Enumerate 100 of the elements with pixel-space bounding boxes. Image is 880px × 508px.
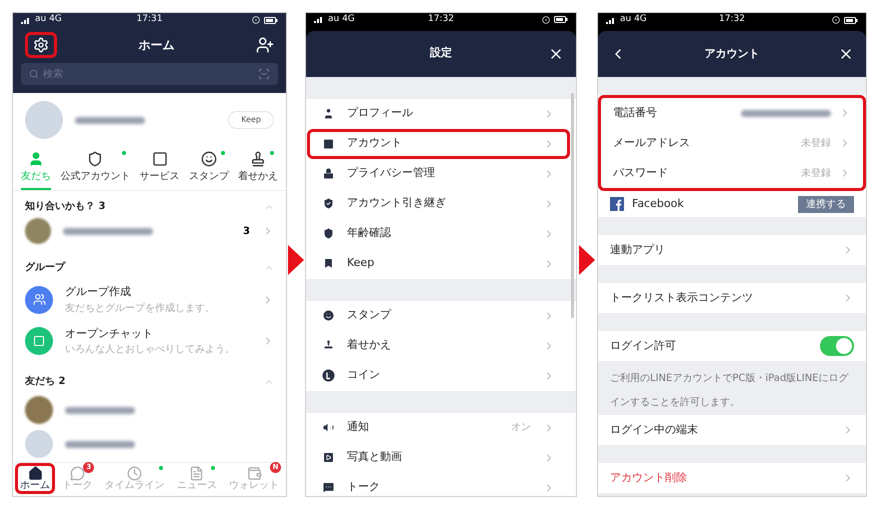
coin-icon (322, 369, 335, 382)
row-label: 着せかえ (347, 337, 392, 354)
talk-icon (70, 466, 85, 481)
settings-row[interactable]: 年齢確認 (307, 218, 570, 248)
signal-icon (21, 16, 31, 24)
settings-row[interactable]: スタンプ (307, 300, 570, 330)
row-label: Facebook (632, 196, 685, 212)
row-label: コイン (347, 367, 381, 384)
settings-row[interactable]: 電話番号 (601, 98, 863, 128)
row-value: オン (511, 421, 531, 435)
settings-icon (33, 37, 49, 53)
blurred-text (75, 116, 145, 124)
facebook-icon (610, 197, 624, 211)
list-item[interactable]: グループ作成 友だちとグループを作成します。 (13, 279, 286, 320)
toggle-switch[interactable] (820, 336, 854, 356)
settings-row[interactable]: プロフィール (307, 98, 570, 128)
tab-bar-item[interactable]: ホーム (15, 463, 55, 494)
transfer-icon (322, 197, 335, 210)
rotation-lock-icon (542, 16, 550, 24)
row-label: プライバシー管理 (347, 165, 436, 182)
screen-title: ホーム (138, 37, 174, 54)
rotation-lock-icon (252, 16, 260, 24)
theme-icon (250, 151, 266, 167)
keep-button[interactable]: Keep (228, 111, 274, 129)
service-tab[interactable]: 公式アカウント (60, 151, 130, 190)
settings-row[interactable]: トークリスト表示コンテンツ (598, 283, 866, 313)
settings-row[interactable]: メールアドレス 未登録 (601, 128, 863, 158)
row-label: アカウント引き継ぎ (347, 195, 447, 212)
service-tab[interactable]: スタンプ (188, 151, 229, 190)
row-value: 未登録 (801, 166, 831, 180)
screen-title: 設定 (430, 45, 452, 62)
settings-button[interactable] (25, 32, 57, 58)
section-title: 友だち 2 (25, 374, 66, 389)
row-label: 写真と動画 (347, 449, 403, 466)
wallet-icon (246, 466, 262, 481)
settings-row[interactable]: コイン (307, 360, 570, 390)
service-icon (152, 151, 168, 167)
row-label: Keep (347, 255, 376, 272)
settings-row[interactable]: 通知 オン (307, 412, 570, 442)
settings-row[interactable]: プライバシー管理 (307, 158, 570, 188)
item-title: グループ作成 (65, 284, 132, 300)
row-label: ログイン許可 (610, 338, 677, 354)
add-friend-icon[interactable] (256, 36, 274, 54)
battery-icon (554, 16, 568, 24)
home-icon (28, 466, 42, 481)
age-icon (322, 227, 335, 240)
settings-row[interactable]: アカウント引き継ぎ (307, 188, 570, 218)
row-label: 年齢確認 (347, 225, 392, 242)
item-title: オープンチャット (65, 326, 154, 342)
section-title: 知り合いかも？ 3 (25, 200, 106, 214)
signal-icon (314, 16, 324, 24)
timeline-icon (127, 466, 142, 481)
media-icon (322, 451, 335, 464)
note-text: ご利用のLINEアカウントでPC版・iPad版LINEにログインすることを許可します。 (610, 373, 848, 408)
settings-row[interactable]: 着せかえ (307, 330, 570, 360)
carrier-label: au 4G (328, 13, 355, 26)
service-tab[interactable]: サービス (140, 151, 180, 190)
sticker-icon (322, 309, 335, 322)
settings-row[interactable]: Facebook 連携する (598, 191, 866, 217)
row-label: スタンプ (347, 307, 392, 324)
row-label: メールアドレス (613, 134, 691, 151)
sticker-icon (200, 151, 217, 167)
search-field[interactable]: 検索 (21, 63, 278, 85)
chat-icon (25, 327, 53, 356)
row-label: トークリスト表示コンテンツ (610, 290, 754, 306)
status-time: 17:32 (719, 13, 745, 26)
settings-row[interactable]: 写真と動画 (307, 442, 570, 472)
row-label: 連動アプリ (610, 242, 666, 258)
settings-row[interactable]: パスワード 未登録 (601, 158, 863, 188)
official-icon (87, 151, 104, 167)
blurred-text (65, 406, 135, 414)
service-tab[interactable]: 着せかえ (238, 151, 278, 190)
photo-placeholder (25, 218, 51, 244)
link-button[interactable]: 連携する (798, 196, 854, 212)
suggestion-count: 3 (243, 224, 250, 238)
row-label: アカウント (347, 135, 403, 152)
settings-row[interactable]: アカウント (307, 128, 570, 158)
list-item[interactable]: オープンチャット いろんな人とおしゃべりしてみよう。 (13, 320, 286, 362)
arrow-icon (288, 245, 304, 275)
status-time: 17:31 (136, 13, 162, 26)
section-title: グループ (25, 260, 65, 275)
row-value: 未登録 (801, 136, 831, 150)
settings-row[interactable]: ログイン中の端末 (598, 415, 866, 445)
row-label: トーク (347, 479, 381, 496)
rotation-lock-icon (832, 16, 840, 24)
settings-row[interactable]: アカウント削除 (598, 463, 866, 493)
battery-icon (264, 16, 278, 24)
signal-icon (606, 16, 616, 24)
battery-icon (844, 16, 858, 24)
row-label: 電話番号 (613, 104, 658, 121)
screen-title: アカウント (704, 46, 760, 62)
friends-icon (28, 151, 44, 167)
account-icon (322, 137, 335, 150)
settings-row[interactable]: 連動アプリ (598, 235, 866, 265)
status-time: 17:32 (428, 13, 454, 26)
settings-row[interactable]: トーク (307, 472, 570, 496)
item-subtitle: 友だちとグループを作成します。 (65, 302, 216, 316)
settings-row[interactable]: Keep (307, 248, 570, 278)
privacy-icon (322, 167, 335, 180)
row-label: アカウント削除 (610, 470, 688, 486)
